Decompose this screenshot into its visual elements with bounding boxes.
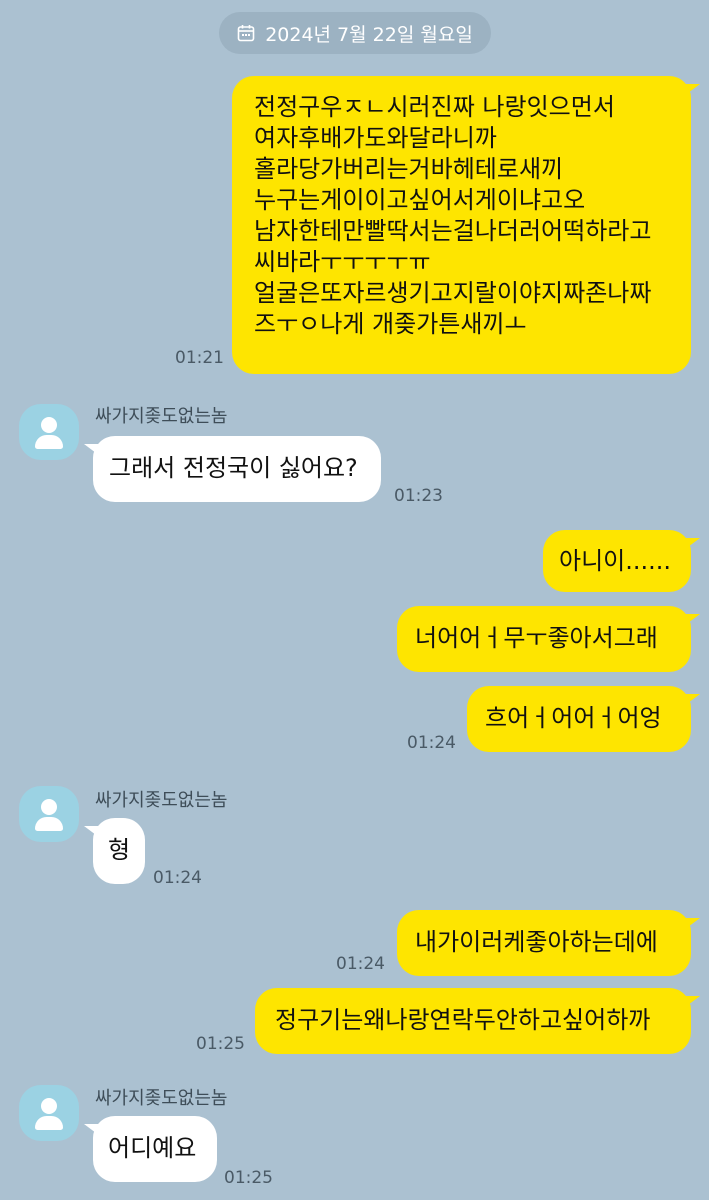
message-line: 즈ㅜㅇ나게 개좆가튼새끼ㅗ	[254, 310, 527, 338]
message-time: 01:21	[175, 348, 224, 368]
incoming-message[interactable]: 형	[84, 818, 145, 884]
message-time: 01:25	[224, 1168, 273, 1188]
message-text: 내가이러케좋아하는데에	[415, 928, 658, 956]
message-time: 01:25	[196, 1034, 245, 1054]
person-icon	[41, 417, 57, 433]
message-line: 여자후배가도와달라니까	[254, 124, 497, 152]
avatar[interactable]	[19, 786, 79, 842]
message-time: 01:24	[336, 954, 385, 974]
message-line: 얼굴은또자르생기고지랄이야지짜존나짜	[254, 279, 652, 307]
outgoing-message[interactable]: 정구기는왜나랑연락두안하고싶어하까	[255, 988, 700, 1054]
message-time: 01:24	[153, 868, 202, 888]
message-text: 형	[108, 836, 131, 864]
date-separator: 2024년 7월 22일 월요일	[219, 12, 491, 54]
sender-name: 싸가지좆도없는놈	[95, 790, 228, 811]
message-text: 어디예요	[108, 1134, 197, 1162]
person-icon	[41, 799, 57, 815]
incoming-message[interactable]: 어디예요	[84, 1116, 217, 1182]
outgoing-message[interactable]: 전정구우ㅈㄴ시러진짜 나랑잇으먼서 여자후배가도와달라니까 홀라당가버리는거바헤…	[232, 76, 700, 374]
avatar[interactable]	[19, 1085, 79, 1141]
outgoing-message[interactable]: 내가이러케좋아하는데에	[397, 910, 700, 976]
message-line: 홀라당가버리는거바헤테로새끼	[254, 155, 564, 183]
message-text: 흐어ㅓ어어ㅓ어엉	[485, 704, 662, 732]
message-time: 01:24	[407, 733, 456, 753]
message-line: 씨바라ㅜㅜㅜㅜㅠ	[254, 248, 431, 276]
outgoing-message[interactable]: 너어어ㅓ무ㅜ좋아서그래	[397, 606, 700, 672]
sender-name: 싸가지좆도없는놈	[95, 406, 228, 427]
message-text: 정구기는왜나랑연락두안하고싶어하까	[275, 1006, 651, 1034]
message-text: 너어어ㅓ무ㅜ좋아서그래	[415, 624, 658, 652]
sender-name: 싸가지좆도없는놈	[95, 1088, 228, 1109]
person-icon	[41, 1098, 57, 1114]
message-time: 01:23	[394, 486, 443, 506]
outgoing-message[interactable]: 아니이......	[543, 530, 700, 592]
message-line: 남자한테만빨딱서는걸나더러어떡하라고	[254, 217, 652, 245]
message-text: 그래서 전정국이 싫어요?	[109, 454, 358, 482]
date-label: 2024년 7월 22일 월요일	[265, 23, 473, 46]
message-text: 아니이......	[559, 547, 672, 575]
message-line: 전정구우ㅈㄴ시러진짜 나랑잇으먼서	[254, 93, 615, 121]
outgoing-message[interactable]: 흐어ㅓ어어ㅓ어엉	[467, 686, 700, 752]
avatar[interactable]	[19, 404, 79, 460]
calendar-icon	[237, 25, 255, 42]
message-line: 누구는게이이고싶어서게이냐고오	[254, 186, 586, 214]
incoming-message[interactable]: 그래서 전정국이 싫어요?	[84, 436, 381, 502]
